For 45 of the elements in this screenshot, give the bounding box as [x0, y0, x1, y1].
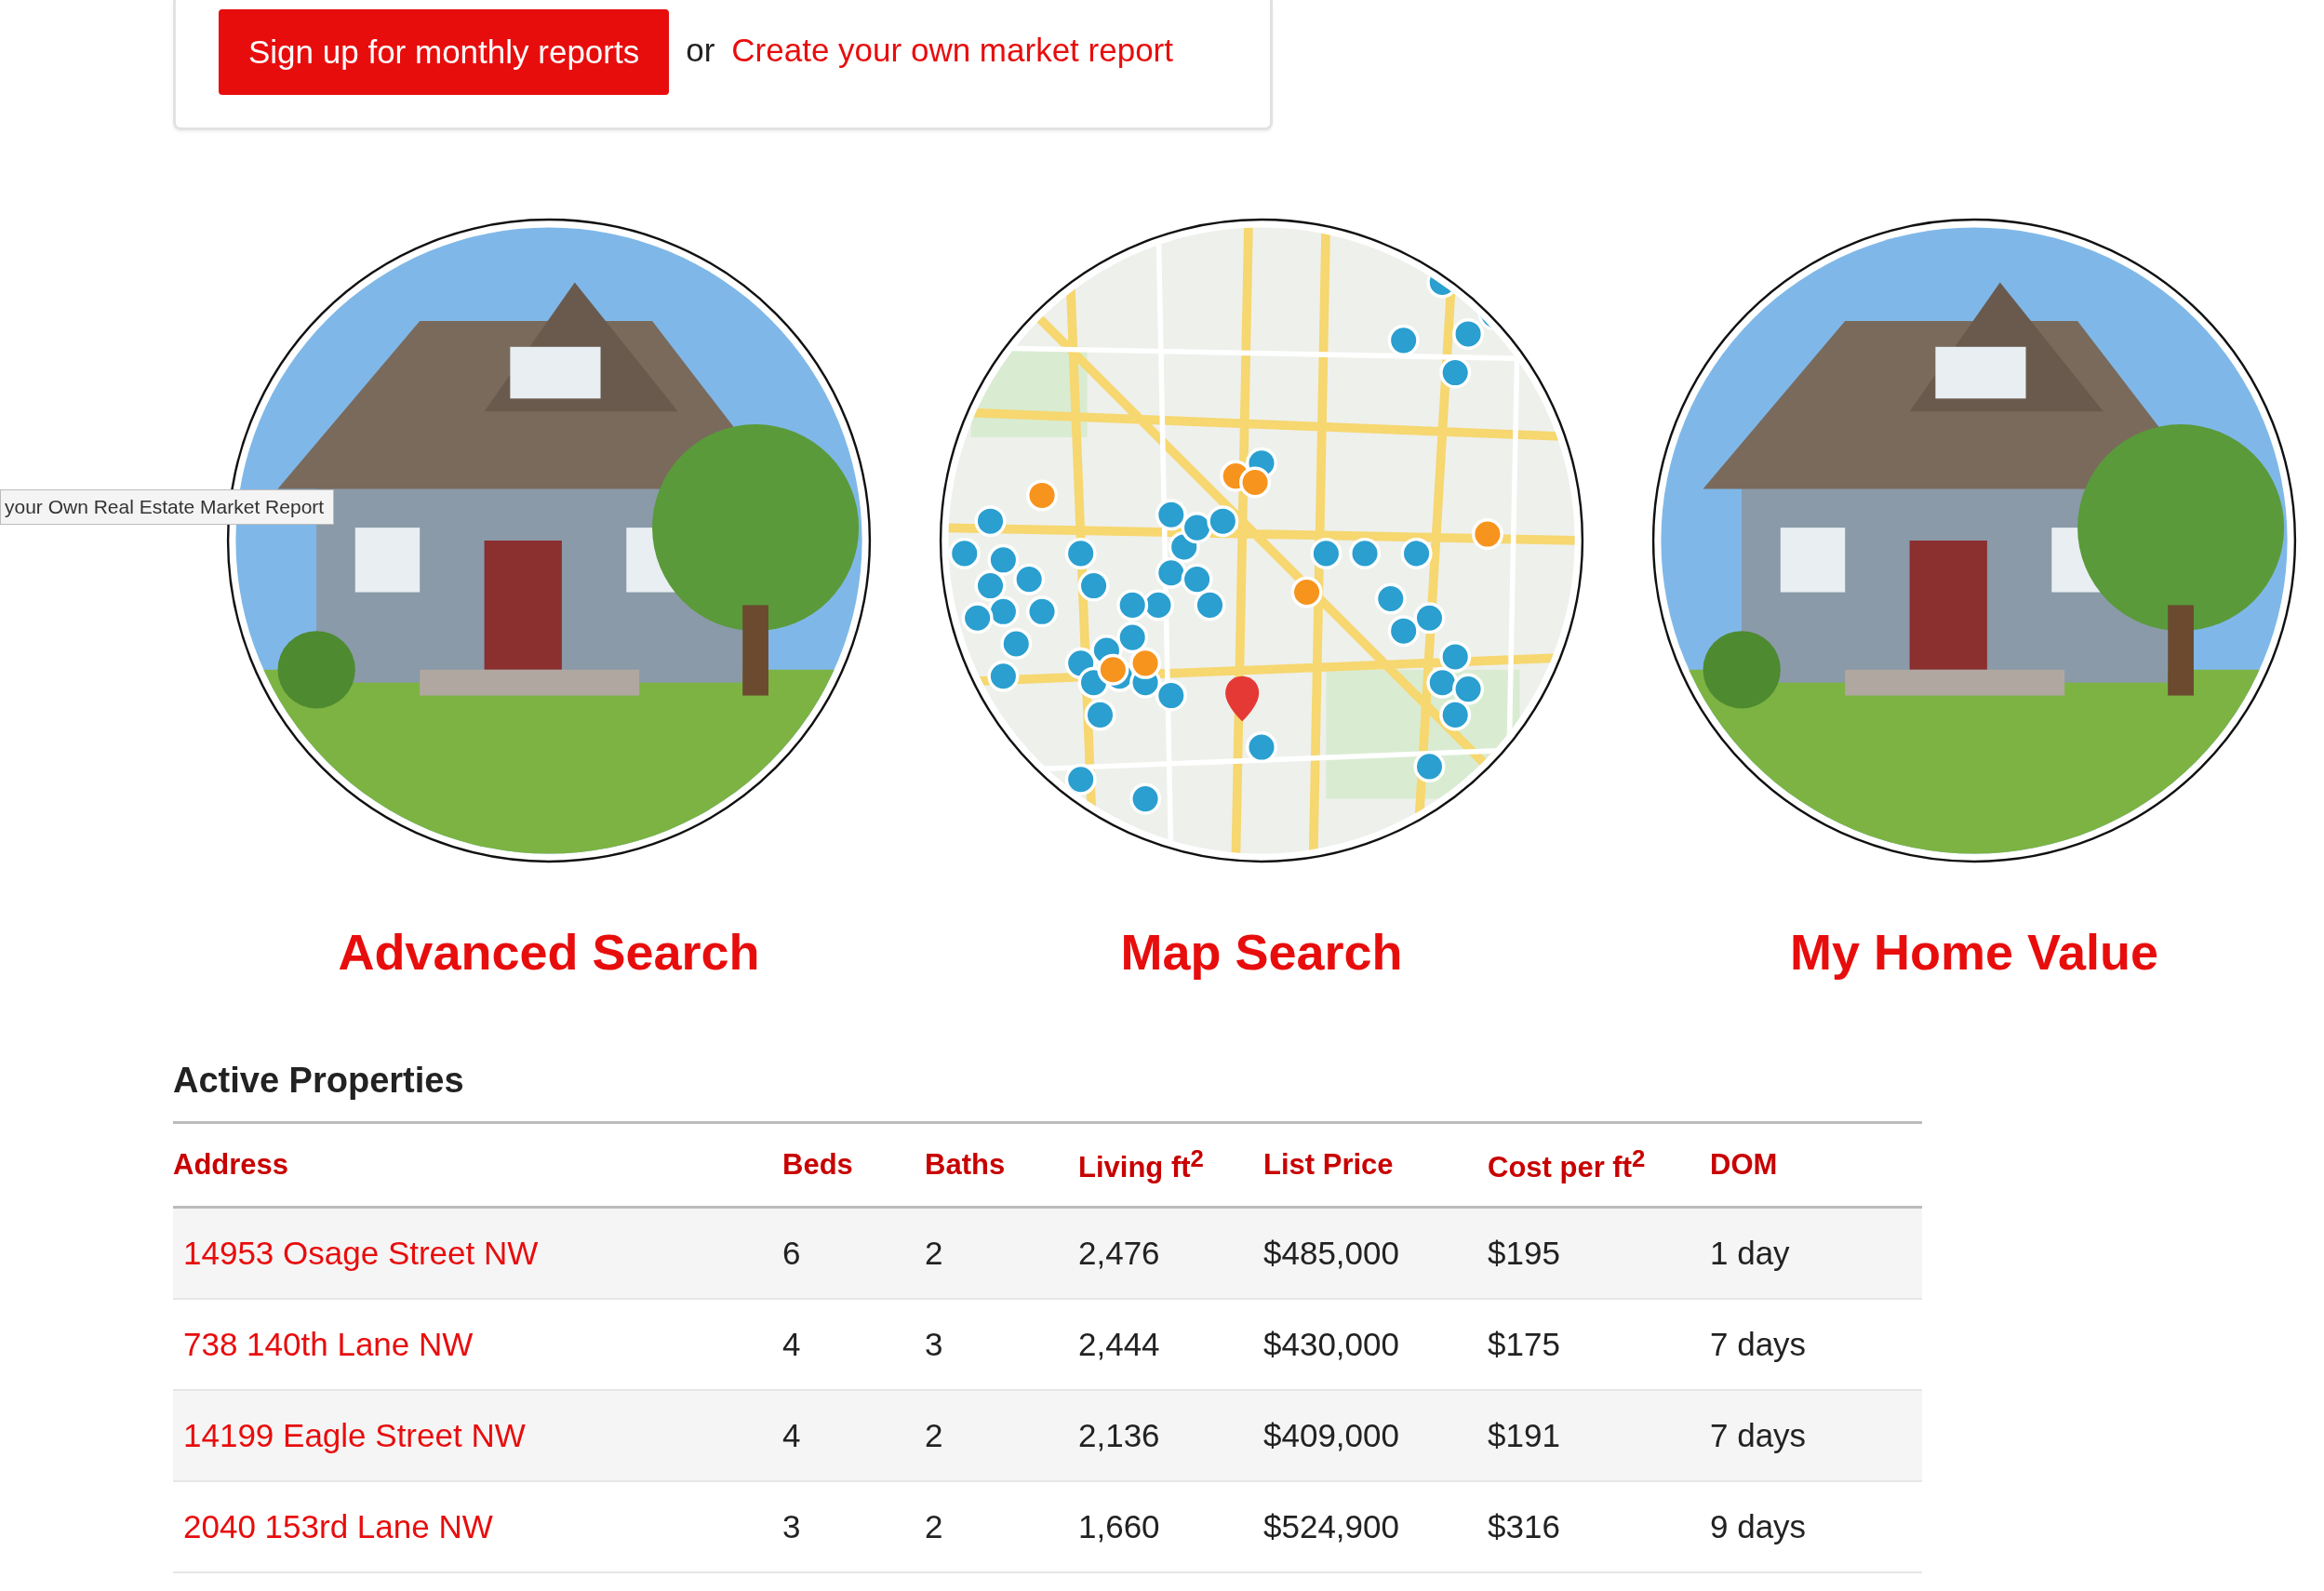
feature-title-link[interactable]: My Home Value: [1789, 923, 2159, 981]
table-cell: $195: [1488, 1235, 1560, 1271]
tooltip: your Own Real Estate Market Report: [0, 489, 335, 525]
column-header: List Price: [1263, 1148, 1394, 1181]
table-cell: 3: [782, 1508, 801, 1544]
table-cell: 7 days: [1710, 1326, 1807, 1362]
address-link[interactable]: 2040 153rd Lane NW: [183, 1508, 493, 1544]
table-cell: $430,000: [1263, 1326, 1399, 1362]
map-drawing[interactable]: [939, 218, 1584, 863]
table-cell: 4: [782, 1326, 801, 1362]
table-cell: 3: [925, 1326, 943, 1362]
create-report-link[interactable]: Create your own market report: [731, 31, 1173, 69]
table-cell: $191: [1488, 1417, 1560, 1453]
column-header: DOM: [1710, 1148, 1778, 1181]
address-link[interactable]: 14953 Osage Street NW: [183, 1235, 539, 1271]
table-cell: 2: [925, 1235, 943, 1271]
table-cell: 6: [782, 1235, 801, 1271]
table-cell: 2,444: [1078, 1326, 1160, 1362]
section-title: Active Properties: [173, 1061, 1922, 1124]
table-cell: $175: [1488, 1326, 1560, 1362]
address-link[interactable]: 14199 Eagle Street NW: [183, 1417, 526, 1453]
table-cell: 2,476: [1078, 1235, 1160, 1271]
table-cell: 1,660: [1078, 1508, 1160, 1544]
table-cell: $316: [1488, 1508, 1560, 1544]
table-cell: $409,000: [1263, 1417, 1399, 1453]
table-cell: $485,000: [1263, 1235, 1399, 1271]
feature-title-link[interactable]: Advanced Search: [338, 923, 760, 981]
table-cell: 1 day: [1710, 1235, 1790, 1271]
table-cell: 4: [782, 1417, 801, 1453]
feature-title-link[interactable]: Map Search: [1120, 923, 1403, 981]
table-cell: $524,900: [1263, 1508, 1399, 1544]
signup-button[interactable]: Sign up for monthly reports: [219, 8, 670, 95]
address-link[interactable]: 738 140th Lane NW: [183, 1326, 474, 1362]
column-header: Baths: [925, 1148, 1006, 1181]
house-photo-placeholder[interactable]: [1651, 218, 2297, 863]
column-header: Living ft$^{2}$: [1078, 1151, 1204, 1184]
table-cell: 2: [925, 1508, 943, 1544]
or-text: or: [686, 31, 715, 69]
table-cell: 2,136: [1078, 1417, 1160, 1453]
table-cell: 9 days: [1710, 1508, 1807, 1544]
table-cell: 2: [925, 1417, 943, 1453]
table-cell: 7 days: [1710, 1417, 1807, 1453]
column-header: Address: [173, 1148, 289, 1181]
column-header: Cost per ft$^{2}$: [1488, 1151, 1646, 1184]
column-header: Beds: [782, 1148, 853, 1181]
